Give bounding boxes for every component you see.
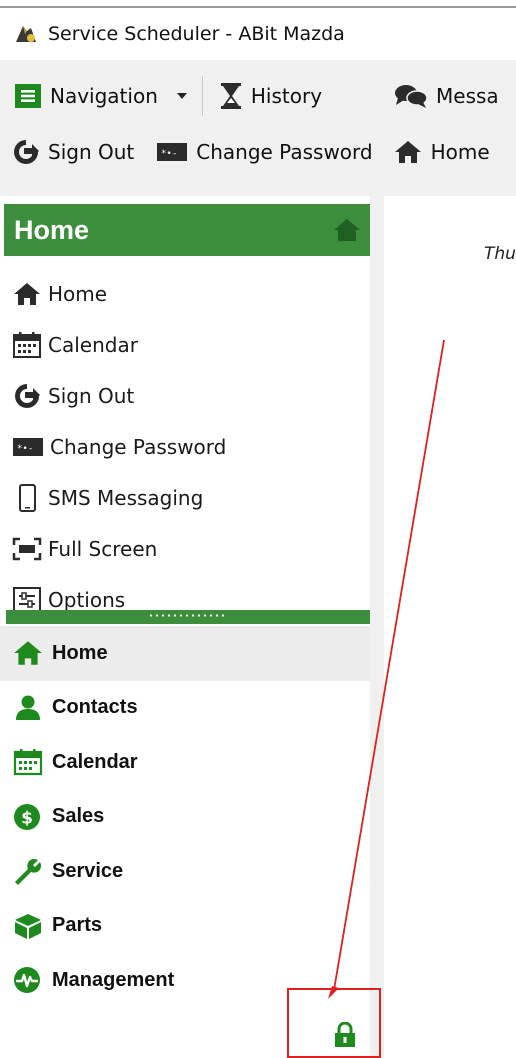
annotation-arrow	[328, 339, 445, 999]
annotation-highlight-box	[287, 988, 381, 1058]
